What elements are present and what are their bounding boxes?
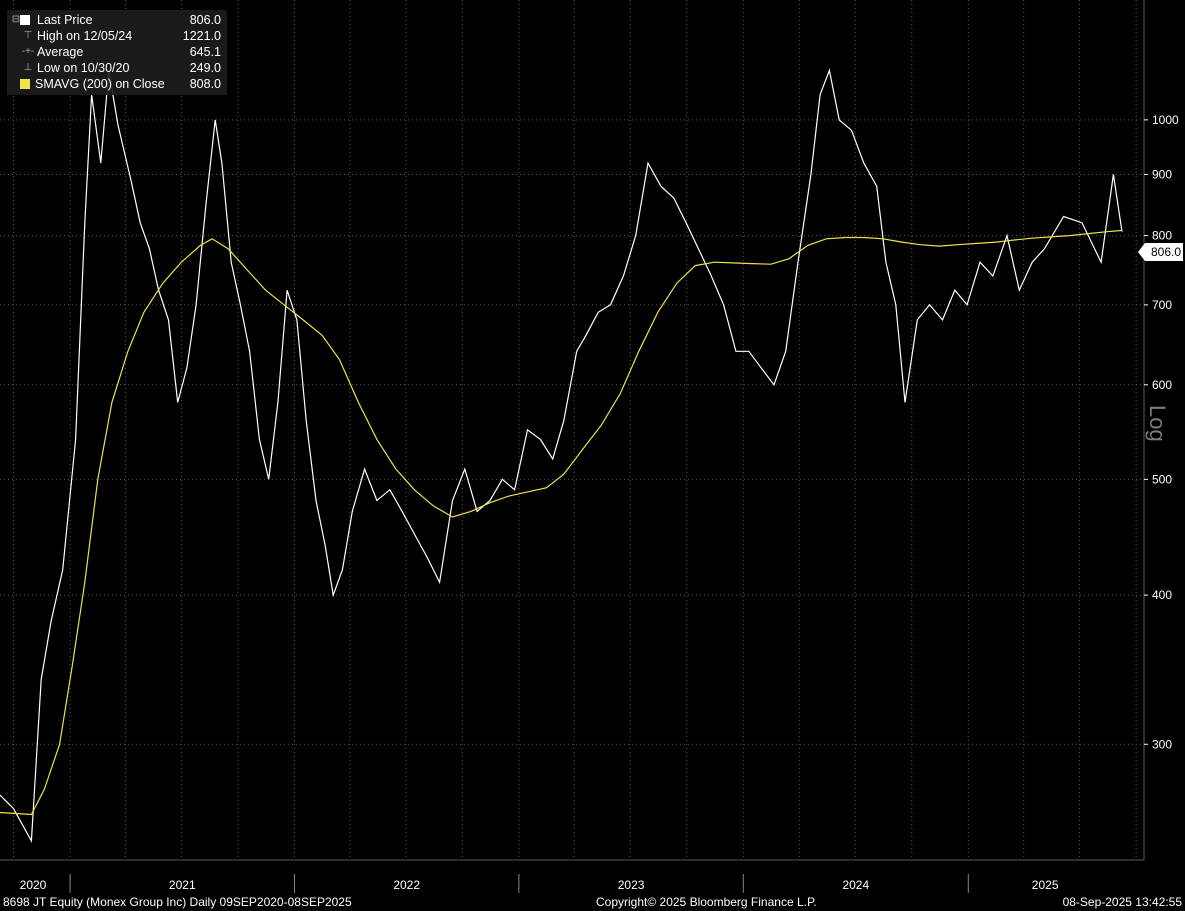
legend-low: ⊥ Low on 10/30/20 249.0: [7, 60, 227, 76]
y-tick-label: 1000: [1152, 113, 1179, 127]
price-series-line: [0, 68, 1123, 843]
legend-high: ⊤ High on 12/05/24 1221.0: [7, 28, 227, 44]
legend-last-price: ⊟ Last Price 806.0: [7, 12, 227, 28]
footer-security-info: 8698 JT Equity (Monex Group Inc) Daily 0…: [3, 895, 352, 909]
last-price-swatch: [20, 15, 30, 25]
legend-high-label: High on 12/05/24: [37, 29, 133, 43]
smavg-swatch: [20, 79, 30, 89]
y-tick-label: 300: [1152, 737, 1172, 751]
y-tick-label: 900: [1152, 168, 1172, 182]
legend-low-value: 249.0: [189, 61, 221, 75]
x-tick-label: 2022: [393, 878, 420, 892]
legend-last-price-value: 806.0: [189, 13, 221, 27]
footer-timestamp: 08-Sep-2025 13:42:55: [1062, 895, 1182, 909]
legend-average-value: 645.1: [189, 45, 221, 59]
low-marker-icon: ⊥: [23, 62, 33, 73]
legend-last-price-label: Last Price: [37, 13, 93, 27]
grid: [0, 0, 1144, 860]
log-scale-label: Log: [1145, 405, 1170, 442]
x-tick-label: 2023: [618, 878, 645, 892]
chart-legend: ⊟ Last Price 806.0 ⊤ High on 12/05/24 12…: [7, 10, 227, 95]
y-tick-label: 700: [1152, 298, 1172, 312]
y-tick-label: 600: [1152, 378, 1172, 392]
legend-smavg-label: SMAVG (200) on Close: [35, 77, 165, 91]
y-tick-label: 800: [1152, 229, 1172, 243]
last-price-tag: 806.0: [1138, 243, 1183, 261]
average-marker-icon: -+-: [21, 46, 35, 57]
price-chart: 3004005006007008009001000 2020 2021 2022 20…: [0, 0, 1179, 893]
high-marker-icon: ⊤: [23, 30, 33, 41]
x-axis-ticks: 2020 2021 2022 2023 2024 2025: [20, 874, 1059, 893]
y-tick-label: 500: [1152, 472, 1172, 486]
footer-copyright: Copyright© 2025 Bloomberg Finance L.P.: [596, 895, 817, 909]
x-tick-label: 2025: [1032, 878, 1059, 892]
legend-high-value: 1221.0: [182, 29, 221, 43]
legend-average: -+- Average 645.1: [7, 44, 227, 60]
legend-smavg-value: 808.0: [189, 77, 221, 91]
x-tick-label: 2020: [20, 878, 47, 892]
x-tick-label: 2021: [169, 878, 196, 892]
x-tick-label: 2024: [842, 878, 869, 892]
y-tick-label: 400: [1152, 588, 1172, 602]
legend-smavg: SMAVG (200) on Close 808.0: [7, 76, 227, 92]
legend-low-label: Low on 10/30/20: [37, 61, 130, 75]
legend-average-label: Average: [37, 45, 84, 59]
